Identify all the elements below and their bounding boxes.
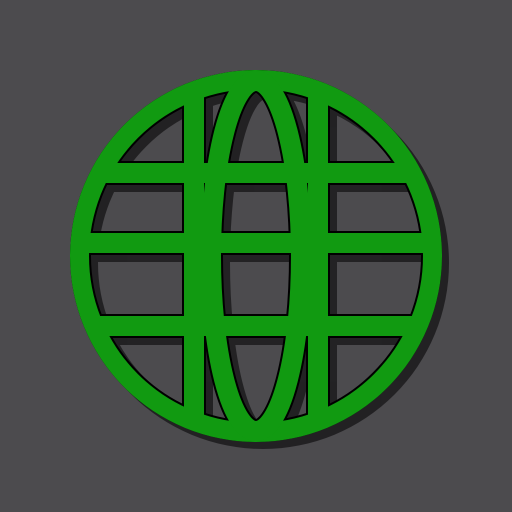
app-icon-canvas	[0, 0, 512, 512]
globe-icon[interactable]	[0, 0, 512, 512]
